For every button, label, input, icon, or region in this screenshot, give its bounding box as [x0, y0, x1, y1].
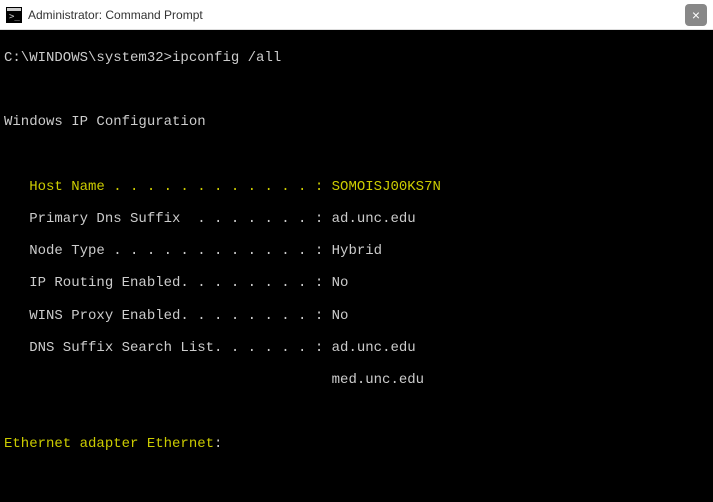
ethernet-header-text: Ethernet adapter Ethernet: [4, 436, 214, 452]
winsproxy-value: No: [332, 308, 349, 324]
prompt-path: C:\WINDOWS\system32>: [4, 50, 172, 66]
hostname-value: SOMOISJ00KS7N: [332, 179, 441, 195]
hostname-row: Host Name . . . . . . . . . . . . : SOMO…: [4, 179, 713, 195]
nodetype-value: Hybrid: [332, 243, 382, 259]
section-header-ethernet: Ethernet adapter Ethernet:: [4, 436, 713, 452]
dnssearch-cont: med.unc.edu: [4, 372, 713, 388]
dnssearch-label: DNS Suffix Search List. . . . . . :: [4, 340, 332, 356]
cmd-icon: >_: [6, 7, 22, 23]
command-text: ipconfig /all: [172, 50, 281, 66]
iprouting-label: IP Routing Enabled. . . . . . . . :: [4, 275, 332, 291]
prompt-line: C:\WINDOWS\system32>ipconfig /all: [4, 50, 713, 66]
dnssuffix-row: Primary Dns Suffix . . . . . . . : ad.un…: [4, 211, 713, 227]
nodetype-row: Node Type . . . . . . . . . . . . : Hybr…: [4, 243, 713, 259]
dnssuffix-label: Primary Dns Suffix . . . . . . . :: [4, 211, 332, 227]
iprouting-row: IP Routing Enabled. . . . . . . . : No: [4, 275, 713, 291]
winsproxy-label: WINS Proxy Enabled. . . . . . . . :: [4, 308, 332, 324]
close-button[interactable]: ×: [685, 4, 707, 26]
svg-text:>_: >_: [9, 12, 20, 22]
dnssuffix-value: ad.unc.edu: [332, 211, 416, 227]
nodetype-label: Node Type . . . . . . . . . . . . :: [4, 243, 332, 259]
section-header-ipconfig: Windows IP Configuration: [4, 114, 713, 130]
winsproxy-row: WINS Proxy Enabled. . . . . . . . : No: [4, 308, 713, 324]
terminal-output: C:\WINDOWS\system32>ipconfig /all Window…: [0, 30, 713, 502]
hostname-label: Host Name . . . . . . . . . . . . :: [4, 179, 332, 195]
ethernet-header-colon: :: [214, 436, 222, 452]
titlebar: >_ Administrator: Command Prompt ×: [0, 0, 713, 30]
iprouting-value: No: [332, 275, 349, 291]
dnssearch-value: ad.unc.edu: [332, 340, 416, 356]
window-title: Administrator: Command Prompt: [28, 8, 685, 22]
dnssearch-row: DNS Suffix Search List. . . . . . : ad.u…: [4, 340, 713, 356]
